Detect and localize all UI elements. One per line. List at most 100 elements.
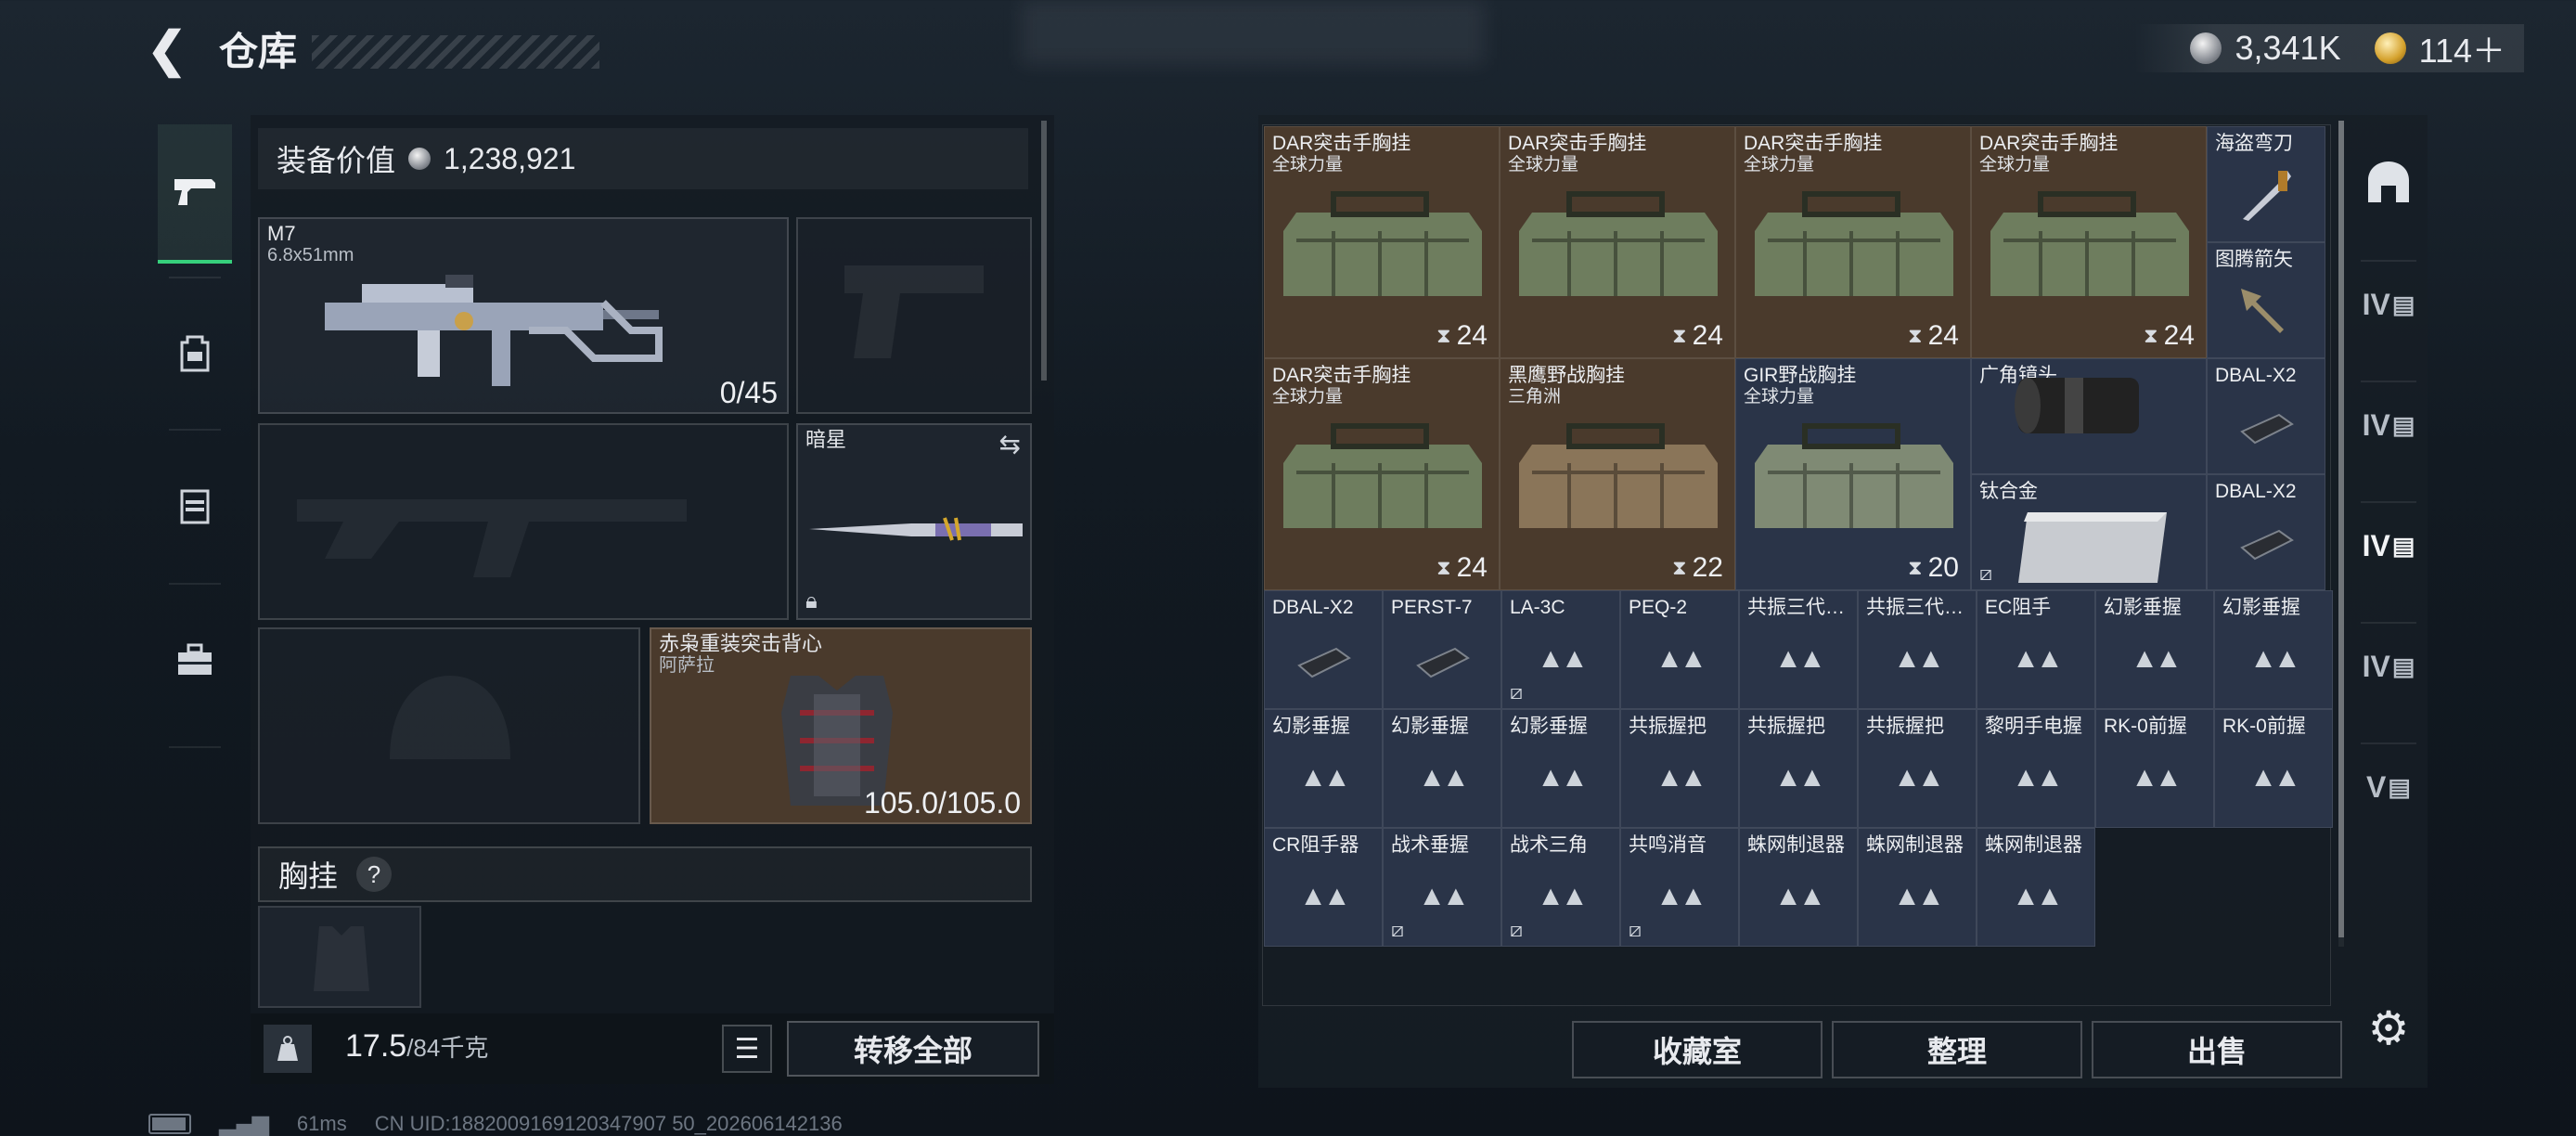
stash-item-lens[interactable]: 广角镜头 [1971, 358, 2207, 474]
sell-button[interactable]: 出售 [2092, 1021, 2342, 1078]
stash-item-attachment[interactable]: PERST-7 [1383, 590, 1501, 709]
gold-amount[interactable]: 114＋ [2419, 24, 2505, 72]
nav-divider [2361, 381, 2416, 382]
unknown-item-icon: ▲▲ [1299, 762, 1350, 794]
unknown-item-icon: ▲▲ [1893, 881, 1944, 912]
item-name: 战术垂握 [1391, 834, 1469, 856]
melee-name: 暗星 [805, 428, 847, 451]
stash-level-tab[interactable]: IV ▤ [2355, 512, 2422, 579]
pistol-slot[interactable] [796, 217, 1032, 414]
equip-value-label: 装备价值 [277, 144, 396, 177]
chest-rig-tab[interactable] [158, 436, 232, 575]
stash-item-attachment[interactable]: RK-0前握 ▲▲ [2095, 709, 2214, 828]
stash-level-tab[interactable]: IV ▤ [2355, 271, 2422, 338]
back-arrow-icon[interactable]: ❮ [147, 26, 191, 74]
chest-rig-slot[interactable] [258, 906, 421, 1008]
stash-item-chest-rig[interactable]: DAR突击手胸挂 全球力量 ⧗ 24 [1264, 126, 1500, 358]
stash-item-titanium[interactable]: 钛合金 ⧄ [1971, 474, 2207, 590]
loadout-scrollbar[interactable] [1041, 121, 1047, 381]
stash-level-tab[interactable]: V ▤ [2355, 754, 2422, 820]
backpack-icon [180, 335, 210, 372]
stash-item-attachment[interactable]: 幻影垂握 ▲▲ [1383, 709, 1501, 828]
stash-item-attachment[interactable]: LA-3C ▲▲ ⧄ [1501, 590, 1620, 709]
stash-item-attachment[interactable]: 幻影垂握 ▲▲ [2095, 590, 2214, 709]
stash-home-tab[interactable] [2355, 148, 2422, 215]
stash-item-chest-rig[interactable]: DAR突击手胸挂 全球力量 ⧗ 24 [1500, 126, 1735, 358]
stash-item-chest-rig[interactable]: DAR突击手胸挂 全球力量 ⧗ 24 [1735, 126, 1971, 358]
stash-item-arrow[interactable]: 图腾箭矢 [2207, 242, 2325, 358]
stash-item-chest-rig[interactable]: 黑鹰野战胸挂 三角洲 ⧗ 22 [1500, 358, 1735, 590]
toolbox-tab[interactable] [158, 590, 232, 729]
stash-item-attachment[interactable]: 蛛网制退器 ▲▲ [1739, 828, 1858, 947]
item-name: 海盗弯刀 [2215, 133, 2293, 154]
stash-item-attachment[interactable]: EC阻手 ▲▲ [1977, 590, 2095, 709]
stash-item-attachment[interactable]: PEQ-2 ▲▲ [1620, 590, 1739, 709]
stash-item-attachment[interactable]: 战术三角 ▲▲ ⧄ [1501, 828, 1620, 947]
stash-item-attachment[interactable]: 战术垂握 ▲▲ ⧄ [1383, 828, 1501, 947]
weapon-tab[interactable] [158, 124, 232, 264]
durability-icon: ⧗ [1908, 324, 1923, 347]
stash-item-attachment[interactable]: 蛛网制退器 ▲▲ [1858, 828, 1977, 947]
unknown-item-icon: ▲▲ [2131, 762, 2182, 794]
item-source: 全球力量 [1272, 155, 1344, 174]
stash-item-attachment[interactable]: 共振握把 ▲▲ [1858, 709, 1977, 828]
chest-rig-icon [180, 489, 210, 524]
weight-max: /84千克 [406, 1034, 489, 1062]
stash-item-attachment[interactable]: 共振握把 ▲▲ [1620, 709, 1739, 828]
stash-level-tab[interactable]: IV ▤ [2355, 392, 2422, 458]
laser-module-image [1416, 647, 1470, 678]
stash-item-attachment[interactable]: 共鸣消音 ▲▲ ⧄ [1620, 828, 1739, 947]
stash-item-attachment[interactable]: 幻影垂握 ▲▲ [1264, 709, 1383, 828]
stash-item-attachment[interactable]: 共振握把 ▲▲ [1739, 709, 1858, 828]
stash-item-attachment[interactable]: 黎明手电握 ▲▲ [1977, 709, 2095, 828]
item-name: 幻影垂握 [2222, 597, 2300, 618]
item-name: 图腾箭矢 [2215, 249, 2293, 270]
item-source: 全球力量 [1744, 155, 1815, 174]
sort-button[interactable]: 整理 [1832, 1021, 2082, 1078]
unknown-item-icon: ▲▲ [2012, 881, 2063, 912]
stash-item-attachment[interactable]: DBAL-X2 [1264, 590, 1383, 709]
list-view-button[interactable]: ☰ [722, 1025, 772, 1073]
stash-item-chest-rig[interactable]: DAR突击手胸挂 全球力量 ⧗ 24 [1971, 126, 2207, 358]
swap-icon[interactable]: ⇆ [999, 429, 1021, 459]
stash-item-attachment[interactable]: CR阻手器 ▲▲ [1264, 828, 1383, 947]
silver-amount: 3,341K [2235, 29, 2341, 67]
help-icon[interactable]: ? [356, 857, 393, 892]
stash-item-attachment[interactable]: RK-0前握 ▲▲ [2214, 709, 2333, 828]
secondary-weapon-slot[interactable] [258, 423, 789, 620]
settings-gear-icon[interactable]: ⚙ [2363, 1002, 2415, 1054]
rifle-placeholder-icon [297, 499, 687, 577]
toolbox-icon [178, 643, 212, 675]
armor-sub: 阿萨拉 [659, 655, 715, 676]
stash-item-attachment[interactable]: 蛛网制退器 ▲▲ [1977, 828, 2095, 947]
stash-item-dbal[interactable]: DBAL-X2 [2207, 358, 2325, 474]
stash-item-attachment[interactable]: 幻影垂握 ▲▲ [1501, 709, 1620, 828]
helmet-placeholder-icon [390, 676, 510, 759]
stash-item-attachment[interactable]: 共振三代… ▲▲ [1739, 590, 1858, 709]
primary-weapon-slot[interactable]: M7 6.8x51mm 0/45 [258, 217, 789, 414]
unknown-item-icon: ▲▲ [1655, 643, 1707, 675]
currency-bar: 3,341K 114＋ [2134, 24, 2524, 72]
stash-item-chest-rig[interactable]: DAR突击手胸挂 全球力量 ⧗ 24 [1264, 358, 1500, 590]
item-name: LA-3C [1510, 597, 1565, 618]
stash-level-tab[interactable]: IV ▤ [2355, 633, 2422, 700]
item-name: GIR野战胸挂 [1744, 365, 1857, 386]
weight-icon [264, 1025, 312, 1073]
item-name: 蛛网制退器 [1985, 834, 2082, 856]
stash-item-attachment[interactable]: 幻影垂握 ▲▲ [2214, 590, 2333, 709]
transfer-all-button[interactable]: 转移全部 [787, 1021, 1039, 1077]
ping: 61ms [296, 1111, 347, 1135]
armor-slot[interactable]: 赤枭重装突击背心 阿萨拉 105.0/105.0 [650, 627, 1032, 824]
melee-slot[interactable]: 暗星 ⇆ 🔒︎ [796, 423, 1032, 620]
status-bar: ▂▄▆ 61ms CN UID:1882009169120347907 50_2… [148, 1110, 843, 1136]
unknown-item-icon: ▲▲ [1893, 643, 1944, 675]
collection-button[interactable]: 收藏室 [1572, 1021, 1823, 1078]
stash-item-machete[interactable]: 海盗弯刀 [2207, 126, 2325, 242]
unknown-item-icon: ▲▲ [1537, 762, 1588, 794]
helmet-slot[interactable] [258, 627, 640, 824]
backpack-tab[interactable] [158, 284, 232, 423]
stash-item-attachment[interactable]: 共振三代… ▲▲ [1858, 590, 1977, 709]
item-source: 三角洲 [1508, 387, 1562, 407]
stash-item-chest-rig[interactable]: GIR野战胸挂 全球力量 ⧗ 20 [1735, 358, 1971, 590]
stash-item-dbal[interactable]: DBAL-X2 [2207, 474, 2325, 590]
